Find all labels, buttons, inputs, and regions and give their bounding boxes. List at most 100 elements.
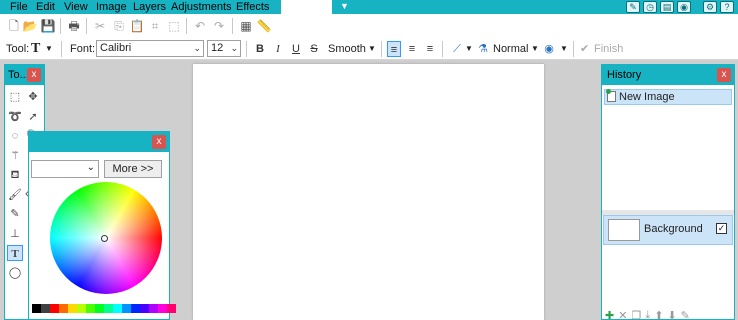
tool-dropdown-icon[interactable]: ▼	[45, 38, 53, 60]
palette-swatch[interactable]	[140, 304, 149, 313]
cut-icon[interactable]: ✂	[92, 18, 108, 34]
move-up-icon[interactable]: ⬆	[654, 309, 663, 320]
sphere-icon[interactable]: ◉	[542, 41, 556, 57]
history-toggle-icon[interactable]: ◷	[643, 1, 657, 13]
new-file-icon[interactable]: 🗋	[6, 18, 22, 34]
delete-layer-icon[interactable]: ✕	[618, 309, 627, 320]
palette-swatch[interactable]	[158, 304, 167, 313]
layer-properties-icon[interactable]: ✎	[681, 309, 690, 320]
color-mode-select[interactable]: ⌄	[31, 160, 99, 178]
finish-check-icon: ✔	[580, 43, 590, 55]
menu-adjustments[interactable]: Adjustments	[171, 0, 232, 14]
move-selection-icon[interactable]: ✥	[25, 89, 41, 105]
chevron-down-icon[interactable]: ▼	[531, 38, 539, 60]
curve-icon[interactable]: ⟋	[450, 41, 464, 57]
paint-bucket-icon[interactable]: ⛾	[7, 167, 23, 183]
crop-icon[interactable]: ⌗	[147, 18, 163, 34]
finish-button[interactable]: Finish	[594, 38, 623, 60]
palette-swatch[interactable]	[41, 304, 50, 313]
align-right-button[interactable]: ≡	[423, 41, 437, 57]
flask-icon[interactable]: ⚗	[476, 41, 490, 57]
font-size-value: 12	[211, 42, 224, 54]
close-icon[interactable]: x	[152, 135, 166, 149]
bold-button[interactable]: B	[253, 41, 267, 57]
menu-effects[interactable]: Effects	[236, 0, 269, 14]
close-icon[interactable]: x	[717, 68, 731, 82]
color-wheel-handle[interactable]	[101, 235, 108, 242]
history-panel-title[interactable]: History x	[602, 65, 734, 85]
align-left-button[interactable]: ≡	[387, 41, 401, 57]
palette-swatch[interactable]	[77, 304, 86, 313]
more-button[interactable]: More >>	[104, 160, 162, 178]
move-down-icon[interactable]: ⬇	[667, 309, 676, 320]
undo-icon[interactable]: ↶	[192, 18, 208, 34]
pencil-icon[interactable]: ✎	[7, 206, 23, 222]
font-family-select[interactable]: Calibri ⌄	[96, 40, 204, 57]
ruler-icon[interactable]: 📏	[256, 18, 272, 34]
palette-swatch[interactable]	[167, 304, 176, 313]
palette-swatch[interactable]	[32, 304, 41, 313]
help-icon[interactable]: ?	[720, 1, 734, 13]
blend-mode-select[interactable]: Normal	[493, 38, 528, 60]
add-layer-icon[interactable]: ✚	[605, 309, 614, 320]
image-canvas[interactable]	[193, 64, 544, 320]
ellipse-select-icon[interactable]: ◌	[7, 128, 23, 144]
image-list-dropdown-icon[interactable]: ▼	[340, 1, 349, 11]
clone-stamp-icon[interactable]: ⊥	[7, 226, 23, 242]
tools-toggle-icon[interactable]: ✎	[626, 1, 640, 13]
align-center-button[interactable]: ≡	[405, 41, 419, 57]
italic-button[interactable]: I	[271, 41, 285, 57]
paste-icon[interactable]: 📋	[129, 18, 145, 34]
grid-icon[interactable]: ▦	[238, 18, 254, 34]
duplicate-layer-icon[interactable]: ❐	[631, 309, 641, 320]
magic-wand-icon[interactable]: ⚚	[7, 148, 23, 164]
chevron-down-icon[interactable]: ▼	[368, 38, 376, 60]
open-folder-icon[interactable]: 📂	[22, 18, 38, 34]
menu-layers[interactable]: Layers	[133, 0, 166, 14]
rectangle-select-icon[interactable]: ⬚	[7, 89, 23, 105]
menu-file[interactable]: File	[10, 0, 28, 14]
lasso-select-icon[interactable]: ➰	[7, 109, 23, 125]
print-icon[interactable]: 🖶	[66, 18, 82, 34]
colors-toggle-icon[interactable]: ◉	[677, 1, 691, 13]
palette-swatch[interactable]	[131, 304, 140, 313]
close-icon[interactable]: x	[27, 68, 41, 82]
save-icon[interactable]: 💾	[40, 18, 56, 34]
layers-toggle-icon[interactable]: ▤	[660, 1, 674, 13]
antialias-select[interactable]: Smooth	[328, 38, 366, 60]
paintbrush-icon[interactable]: 🖌	[7, 187, 23, 203]
font-size-select[interactable]: 12 ⌄	[207, 40, 241, 57]
merge-down-icon[interactable]: ⤓	[645, 309, 650, 320]
chevron-down-icon[interactable]: ▼	[465, 38, 473, 60]
settings-icon[interactable]: ⚙	[703, 1, 717, 13]
tool-options-bar: Tool: T ▼ Font: Calibri ⌄ 12 ⌄ B I U S S…	[0, 38, 738, 60]
layer-row[interactable]: Background ✓	[603, 215, 733, 245]
palette-swatch[interactable]	[95, 304, 104, 313]
palette-swatch[interactable]	[68, 304, 77, 313]
palette-swatch[interactable]	[50, 304, 59, 313]
window-toggles: ✎ ◷ ▤ ◉ ⚙ ?	[626, 0, 734, 14]
text-tool-icon[interactable]: T	[7, 245, 23, 261]
redo-icon[interactable]: ↷	[211, 18, 227, 34]
underline-button[interactable]: U	[289, 41, 303, 57]
layer-visibility-checkbox[interactable]: ✓	[716, 223, 727, 234]
palette-swatch[interactable]	[113, 304, 122, 313]
history-item[interactable]: New Image	[604, 89, 732, 105]
chevron-down-icon[interactable]: ▼	[560, 38, 568, 60]
deselect-icon[interactable]: ⬚	[166, 18, 182, 34]
menu-image[interactable]: Image	[96, 0, 127, 14]
colors-panel-title[interactable]: x	[29, 132, 169, 152]
strikethrough-button[interactable]: S	[307, 41, 321, 57]
palette-swatch[interactable]	[59, 304, 68, 313]
palette-swatch[interactable]	[86, 304, 95, 313]
text-tool-icon[interactable]: T	[31, 38, 40, 60]
menu-edit[interactable]: Edit	[36, 0, 55, 14]
shapes-icon[interactable]: ◯	[7, 265, 23, 281]
palette-swatch[interactable]	[104, 304, 113, 313]
palette-swatch[interactable]	[149, 304, 158, 313]
tools-panel-title[interactable]: To... x	[5, 65, 44, 85]
move-selected-icon[interactable]: ➚	[25, 109, 41, 125]
menu-view[interactable]: View	[64, 0, 88, 14]
copy-icon[interactable]: ⎘	[111, 18, 127, 34]
palette-swatch[interactable]	[122, 304, 131, 313]
